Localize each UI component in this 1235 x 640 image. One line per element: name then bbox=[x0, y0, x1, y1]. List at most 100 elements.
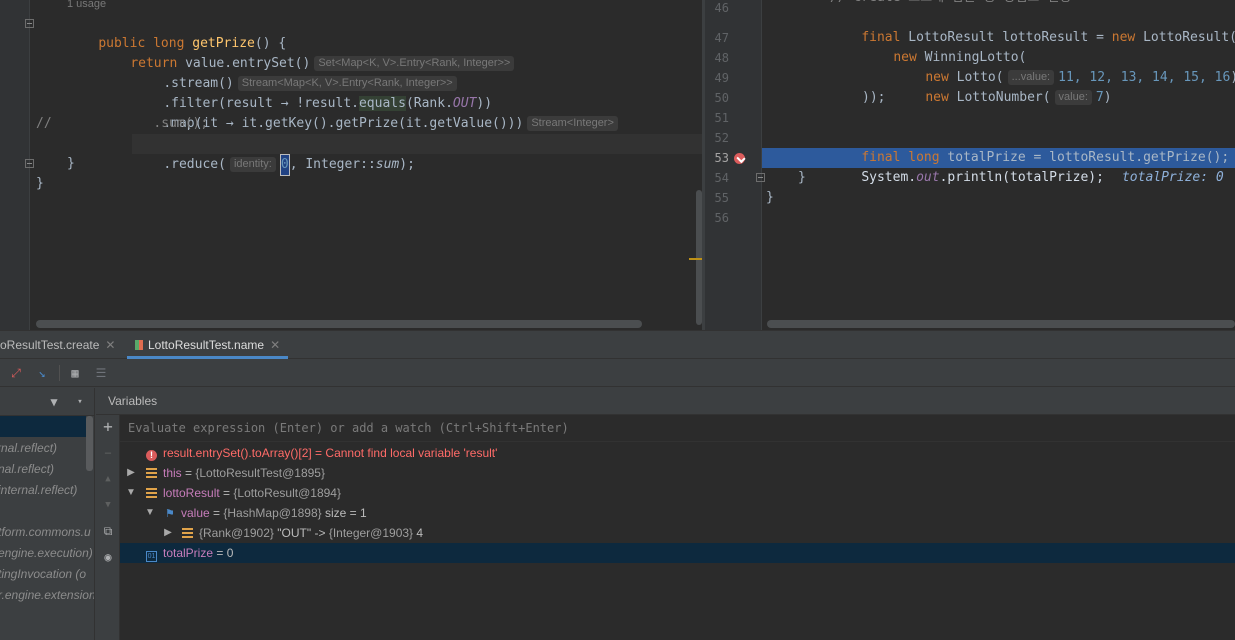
step-into-icon[interactable]: ↘ bbox=[34, 365, 50, 381]
variables-side-toolbar: + − ▲ ▼ ⧉ ◉ bbox=[96, 415, 120, 640]
selected-frame[interactable] bbox=[0, 416, 86, 437]
line-number: 46 bbox=[714, 1, 729, 15]
watch-expression: result.entrySet().toArray()[2] bbox=[163, 446, 312, 460]
code-line-53: System.out.println(totalPrize); totalPriz… bbox=[830, 148, 1223, 185]
horizontal-scrollbar[interactable] bbox=[767, 320, 1235, 328]
frame-item[interactable]: internal.reflect) bbox=[0, 480, 77, 501]
fold-icon[interactable] bbox=[756, 173, 765, 182]
param-hint: value: bbox=[1054, 90, 1092, 105]
code-text: .reduce( bbox=[163, 157, 226, 172]
close-icon[interactable]: ✕ bbox=[105, 338, 115, 352]
breakpoint-icon[interactable] bbox=[734, 153, 745, 164]
entry-key: {Rank@1902} bbox=[199, 526, 274, 540]
code-line-49: new LottoNumber(value: 7) bbox=[894, 68, 1112, 105]
variables-title: Variables bbox=[96, 387, 1235, 415]
chevron-right-icon[interactable]: ▶ bbox=[163, 523, 173, 543]
variable-value: {HashMap@1898} bbox=[223, 506, 322, 520]
entry-arrow: -> bbox=[314, 526, 326, 540]
keyword: new bbox=[925, 90, 949, 105]
code-text: ); bbox=[399, 157, 415, 172]
chevron-down-icon[interactable]: ▼ bbox=[126, 483, 136, 503]
frame-item[interactable]: tingInvocation (o bbox=[0, 564, 86, 585]
code-line-close-brace: } bbox=[36, 176, 44, 191]
code-line-comment: // create 로또에 담은 등 당첨로 설정 bbox=[830, 0, 1071, 8]
fold-icon[interactable] bbox=[25, 159, 34, 168]
trace-stream-icon[interactable]: ☰ bbox=[93, 365, 109, 381]
test-run-icon bbox=[135, 340, 143, 350]
code-line-54: } bbox=[798, 170, 806, 185]
variable-row-lotto-result[interactable]: ▼ lottoResult = {LottoResult@1894} bbox=[120, 483, 1235, 503]
frame-item[interactable]: r.engine.extension bbox=[0, 585, 94, 606]
variable-row-total-prize[interactable]: 01 totalPrize = 0 bbox=[120, 543, 1235, 563]
code-line-47: new WinningLotto( bbox=[862, 28, 1026, 65]
variable-row-this[interactable]: ▶ this = {LottoResultTest@1895} bbox=[120, 463, 1235, 483]
variable-value: {LottoResult@1894} bbox=[233, 486, 341, 500]
add-watch-icon[interactable]: + bbox=[100, 419, 116, 435]
code-line-filter: .filter(result → !result.equals(Rank.OUT… bbox=[132, 74, 492, 111]
frame-item[interactable]: nal.reflect) bbox=[0, 459, 54, 480]
entry-key-string: "OUT" bbox=[277, 526, 312, 540]
horizontal-scrollbar[interactable] bbox=[36, 320, 642, 328]
tab-lotto-result-test-create[interactable]: oResultTest.create ✕ bbox=[0, 331, 123, 359]
code-text: LottoResult(lot bbox=[1143, 30, 1235, 45]
code-line-50: )); bbox=[862, 90, 886, 105]
entry-value: {Integer@1903} bbox=[328, 526, 414, 540]
line-number: 50 bbox=[714, 91, 729, 105]
frame-item[interactable]: rnal.reflect) bbox=[0, 438, 57, 459]
type-hint: Stream<Integer> bbox=[527, 116, 618, 131]
variable-name: value bbox=[181, 506, 210, 520]
evaluate-expression-input[interactable]: Evaluate expression (Enter) or add a wat… bbox=[120, 415, 1235, 442]
code-line-48: new Lotto(...value: 11, 12, 13, 14, 15, 1… bbox=[894, 48, 1235, 85]
code-line-55: } bbox=[766, 190, 774, 205]
toolbar-separator bbox=[59, 365, 60, 381]
show-watches-icon[interactable]: ◉ bbox=[100, 549, 116, 565]
restore-layout-icon[interactable]: ⤢ bbox=[8, 365, 24, 381]
variable-name: totalPrize bbox=[163, 546, 214, 560]
text-caret[interactable]: 0 bbox=[279, 154, 290, 176]
debug-tab-bar: oResultTest.create ✕ LottoResultTest.name… bbox=[0, 331, 1235, 359]
line-number: 47 bbox=[714, 31, 729, 45]
variable-row-value[interactable]: ▼ ⚑ value = {HashMap@1898} size = 1 bbox=[120, 503, 1235, 523]
tab-lotto-result-test-name[interactable]: LottoResultTest.name ✕ bbox=[127, 331, 289, 359]
frame-item[interactable]: engine.execution) bbox=[0, 543, 93, 564]
warning-marker[interactable] bbox=[689, 258, 703, 260]
line-number: 53 bbox=[714, 151, 729, 165]
line-number: 56 bbox=[714, 211, 729, 225]
number-literal: 7 bbox=[1095, 90, 1104, 105]
chevron-down-icon[interactable]: ▾ bbox=[72, 394, 88, 410]
evaluate-table-icon[interactable]: ▦ bbox=[67, 365, 83, 381]
usage-hint[interactable]: 1 usage bbox=[67, 0, 106, 10]
code-line-52: final long totalPrize = lottoResult.getP… bbox=[830, 128, 1235, 165]
line-number: 55 bbox=[714, 191, 729, 205]
right-editor[interactable]: 46 47 48 49 50 51 52 53 54 55 56 // crea… bbox=[705, 0, 1235, 330]
move-down-icon[interactable]: ▼ bbox=[100, 497, 116, 513]
variables-tree[interactable]: Evaluate expression (Enter) or add a wat… bbox=[120, 415, 1235, 640]
filter-icon[interactable]: ▼ bbox=[46, 394, 62, 410]
fold-icon[interactable] bbox=[25, 19, 34, 28]
entry-value-number: 4 bbox=[416, 526, 424, 540]
variable-name: lottoResult bbox=[163, 486, 220, 500]
static-field: out bbox=[916, 170, 940, 185]
error-icon: ! bbox=[146, 450, 157, 461]
variable-row-map-entry[interactable]: ▶ {Rank@1902} "OUT" -> {Integer@1903} 4 bbox=[120, 523, 1235, 543]
frames-pane[interactable]: ▼ ▾ rnal.reflect) nal.reflect) internal.… bbox=[0, 388, 95, 640]
frames-scrollbar[interactable] bbox=[86, 416, 93, 471]
tab-label: oResultTest.create bbox=[0, 338, 100, 352]
variable-size: size = 1 bbox=[324, 506, 367, 520]
remove-watch-icon[interactable]: − bbox=[100, 445, 116, 461]
close-icon[interactable]: ✕ bbox=[270, 338, 280, 352]
left-editor[interactable]: 1 usage public long getPrize() { return … bbox=[0, 0, 705, 330]
move-up-icon[interactable]: ▲ bbox=[100, 471, 116, 487]
code-line-return: return value.entrySet() Set<Map<K, V>.Ent… bbox=[99, 34, 518, 71]
duplicate-watch-icon[interactable]: ⧉ bbox=[100, 523, 116, 539]
line-number: 51 bbox=[714, 111, 729, 125]
field-icon bbox=[182, 528, 193, 538]
code-text: .map(it → it.getKey().getPrize(it.getVal… bbox=[163, 116, 524, 131]
chevron-right-icon[interactable]: ▶ bbox=[126, 463, 136, 483]
code-line-reduce: .reduce(identity: 0, Integer::sum); bbox=[132, 134, 702, 176]
frame-item[interactable]: tform.commons.u bbox=[0, 522, 91, 543]
chevron-down-icon[interactable]: ▼ bbox=[145, 503, 155, 523]
watch-error-row[interactable]: ! result.entrySet().toArray()[2] = Canno… bbox=[120, 443, 1235, 463]
param-hint: identity: bbox=[229, 157, 276, 172]
code-line-map: .map(it → it.getKey().getPrize(it.getVal… bbox=[132, 94, 622, 131]
